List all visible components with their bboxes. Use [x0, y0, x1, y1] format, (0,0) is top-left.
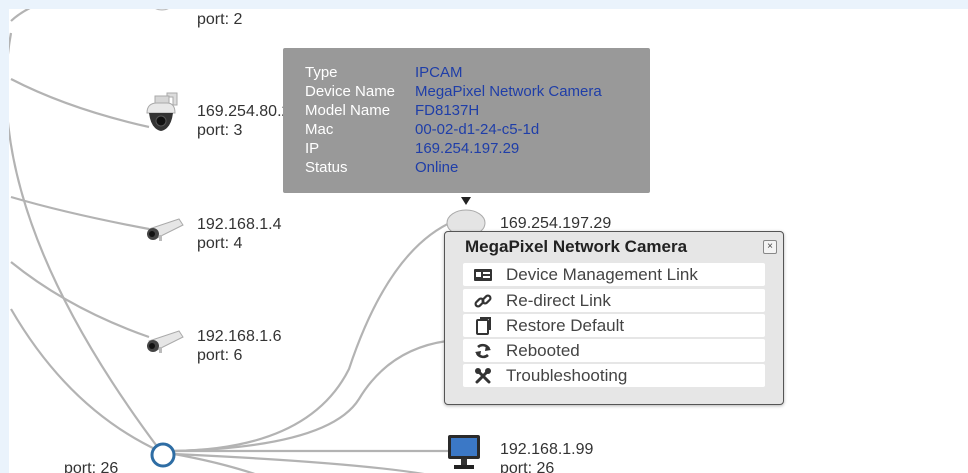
reboot-icon [473, 341, 493, 361]
link-cam6 [10, 261, 150, 339]
node-monitor-port: port: 26 [500, 460, 555, 473]
link-icon [473, 291, 493, 311]
menu-item-rebooted[interactable]: Rebooted [463, 339, 765, 362]
tooltip-row-model-name: Model Name FD8137H [305, 102, 480, 119]
node-cam4-ip: 192.168.1.4 [197, 216, 282, 233]
link-ptz [10, 78, 150, 129]
ptz-camera-icon[interactable] [143, 91, 183, 135]
close-icon[interactable]: × [763, 240, 777, 254]
menu-item-redirect-link[interactable]: Re-direct Link [463, 289, 765, 312]
tooltip-row-ip: IP 169.254.197.29 [305, 140, 520, 157]
tooltip-row-device-name: Device Name MegaPixel Network Camera [305, 83, 602, 100]
selected-camera-icon[interactable] [445, 207, 487, 237]
switch-hub-icon[interactable] [149, 441, 177, 469]
node-cam6-port: port: 6 [197, 347, 243, 364]
bullet-camera-icon[interactable] [145, 327, 185, 357]
tooltip-row-status: Status Online [305, 159, 459, 176]
node-top-port: port: 2 [197, 11, 243, 28]
device-context-menu: MegaPixel Network Camera × Device Manage… [444, 231, 784, 405]
restore-default-icon [473, 316, 493, 336]
node-ptz-port: port: 3 [197, 122, 243, 139]
tooltip-row-type: Type IPCAM [305, 64, 463, 81]
node-cam6-ip: 192.168.1.6 [197, 328, 282, 345]
tools-icon [473, 366, 493, 386]
context-menu-title: MegaPixel Network Camera [465, 237, 688, 256]
tooltip-arrow-icon [461, 197, 471, 205]
link-left-low [10, 308, 160, 452]
link-top [10, 9, 31, 22]
device-info-tooltip: Type IPCAM Device Name MegaPixel Network C… [283, 48, 650, 193]
camera-top-icon[interactable] [147, 9, 177, 15]
menu-item-troubleshooting[interactable]: Troubleshooting [463, 364, 765, 387]
node-hub-port: port: 26 [64, 460, 119, 473]
node-monitor-ip: 192.168.1.99 [500, 441, 594, 458]
link-left-top [9, 32, 160, 450]
menu-item-restore-default[interactable]: Restore Default [463, 314, 765, 337]
node-cam4-port: port: 4 [197, 235, 243, 252]
menu-item-device-management-link[interactable]: Device Management Link [463, 263, 765, 286]
device-management-icon [473, 265, 493, 285]
topology-canvas[interactable]: port: 2 169.254.80.2... port: 3 192.168.… [9, 9, 968, 473]
tooltip-row-mac: Mac 00-02-d1-24-c5-1d [305, 121, 540, 138]
bullet-camera-icon[interactable] [145, 215, 185, 245]
monitor-icon[interactable] [445, 433, 485, 473]
